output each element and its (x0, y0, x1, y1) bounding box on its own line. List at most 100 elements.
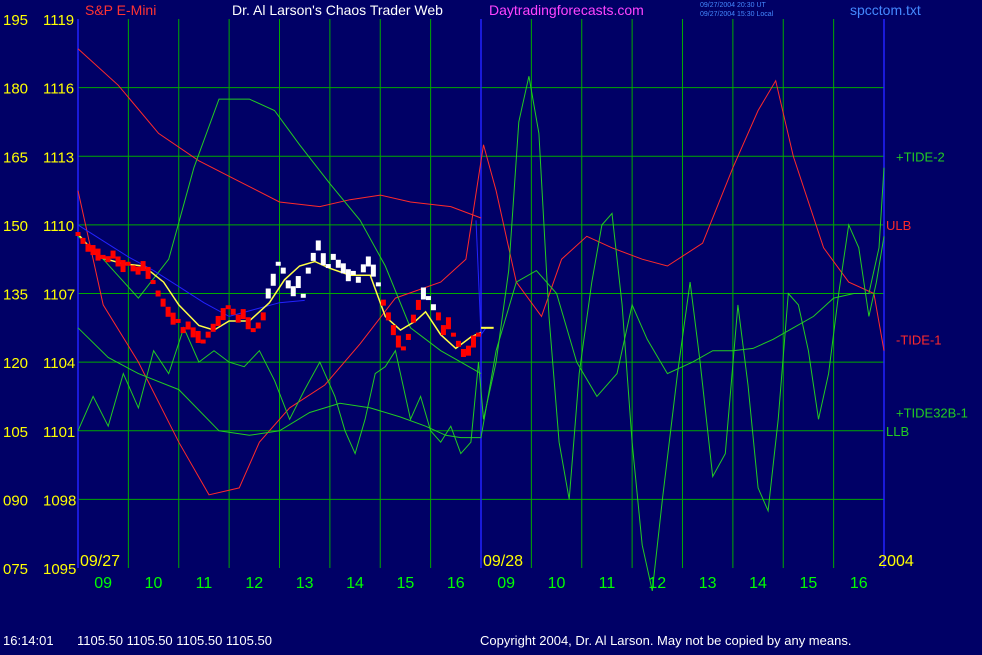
timestamp-ut: 09/27/2004 20:30 UT (700, 2, 766, 9)
price-bar (305, 267, 311, 274)
price-bar (375, 282, 381, 287)
y-tick-label-outer: 165 (3, 149, 28, 166)
price-bar (465, 345, 471, 356)
series-name-label: ULB (886, 218, 911, 233)
price-bar (335, 259, 341, 268)
price-bar (320, 253, 326, 266)
price-bar (370, 264, 376, 277)
x-tick-label: 09 (497, 575, 515, 592)
price-bar (210, 323, 216, 332)
price-bar (415, 299, 421, 310)
price-bar (145, 266, 151, 279)
y-tick-label-outer: 075 (3, 561, 28, 578)
price-bar (120, 260, 126, 273)
price-bar (315, 240, 321, 251)
price-bar (310, 252, 316, 261)
price-bar (260, 312, 266, 321)
timestamp-local: 09/27/2004 15:30 Local (700, 11, 774, 18)
price-bar (280, 267, 286, 274)
price-bar (175, 318, 181, 323)
price-bar (95, 248, 101, 261)
y-tick-label-outer: 150 (3, 218, 28, 235)
x-tick-label: 09 (94, 575, 112, 592)
y-tick-label-inner: 1104 (43, 355, 75, 372)
price-bar (185, 321, 191, 330)
price-bar (130, 265, 136, 272)
price-bar (340, 263, 346, 274)
price-bar (390, 325, 396, 336)
x-tick-label: 11 (196, 575, 213, 592)
price-bar (435, 312, 441, 321)
series-name-label: +TIDE32B-1 (896, 405, 968, 420)
price-bar (405, 333, 411, 340)
price-bar (135, 266, 141, 275)
day-label: 2004 (878, 553, 914, 570)
price-bar (220, 308, 226, 321)
y-tick-label-outer: 090 (3, 492, 28, 509)
price-bar (270, 273, 276, 286)
price-bar (400, 346, 406, 351)
x-tick-label: 16 (447, 575, 465, 592)
price-bar (425, 296, 431, 301)
y-tick-label-inner: 1107 (43, 287, 75, 304)
y-tick-label-outer: 195 (3, 12, 28, 29)
x-tick-label: 12 (245, 575, 263, 592)
y-tick-label-inner: 1098 (43, 492, 76, 509)
price-bar (350, 270, 356, 275)
copyright-text: Copyright 2004, Dr. Al Larson. May not b… (480, 633, 851, 648)
series-name-label: -TIDE-1 (896, 332, 942, 347)
price-bar (190, 327, 196, 338)
x-tick-label: 10 (145, 575, 163, 592)
price-bar (365, 256, 371, 267)
price-bar (225, 305, 231, 310)
day-label: 09/28 (483, 553, 523, 570)
price-bar (160, 298, 166, 307)
series-name-label: LLB (886, 424, 909, 439)
x-tick-label: 15 (397, 575, 415, 592)
price-bar (295, 276, 301, 289)
price-bar (440, 325, 446, 336)
price-bar (125, 261, 131, 266)
price-bar (205, 331, 211, 338)
price-bar (450, 332, 456, 337)
y-tick-label-inner: 1116 (43, 81, 74, 98)
price-bar (430, 304, 436, 311)
price-bar (215, 315, 221, 326)
price-bar (75, 232, 81, 237)
chart-root: 195 1119 180 1116 165 1113 150 1110 135 1107 120 11… (0, 0, 982, 650)
x-tick-label: 11 (599, 575, 616, 592)
x-tick-label: 14 (749, 575, 767, 592)
price-bar (170, 312, 176, 325)
price-bar (300, 293, 306, 298)
price-bar (165, 306, 171, 317)
price-bar (345, 269, 351, 282)
y-tick-label-inner: 1119 (43, 12, 74, 29)
y-tick-label-inner: 1113 (43, 149, 74, 166)
x-tick-label: 13 (699, 575, 717, 592)
price-bar (285, 280, 291, 289)
price-bar (470, 335, 476, 348)
price-bar (420, 287, 426, 300)
price-bar (110, 250, 116, 259)
price-bar (385, 312, 391, 321)
quote-values: 1105.50 1105.50 1105.50 1105.50 (77, 633, 272, 648)
price-bar (240, 309, 246, 320)
price-bar (455, 340, 461, 347)
x-tick-label: 16 (850, 575, 868, 592)
file-name: spcctom.txt (850, 2, 921, 18)
price-bar (155, 290, 161, 297)
price-bar (235, 314, 241, 323)
price-bar (395, 335, 401, 348)
x-tick-label: 14 (346, 575, 364, 592)
price-bar (475, 332, 481, 337)
price-bar (330, 253, 336, 260)
price-bar (275, 261, 281, 266)
price-bar (360, 264, 366, 273)
price-bar (105, 256, 111, 263)
price-bar (150, 280, 156, 285)
title-site: Daytradingforecasts.com (489, 2, 644, 18)
price-bar (80, 237, 86, 244)
price-bar (100, 254, 106, 259)
price-bar (460, 348, 466, 357)
y-tick-label-outer: 120 (3, 355, 28, 372)
